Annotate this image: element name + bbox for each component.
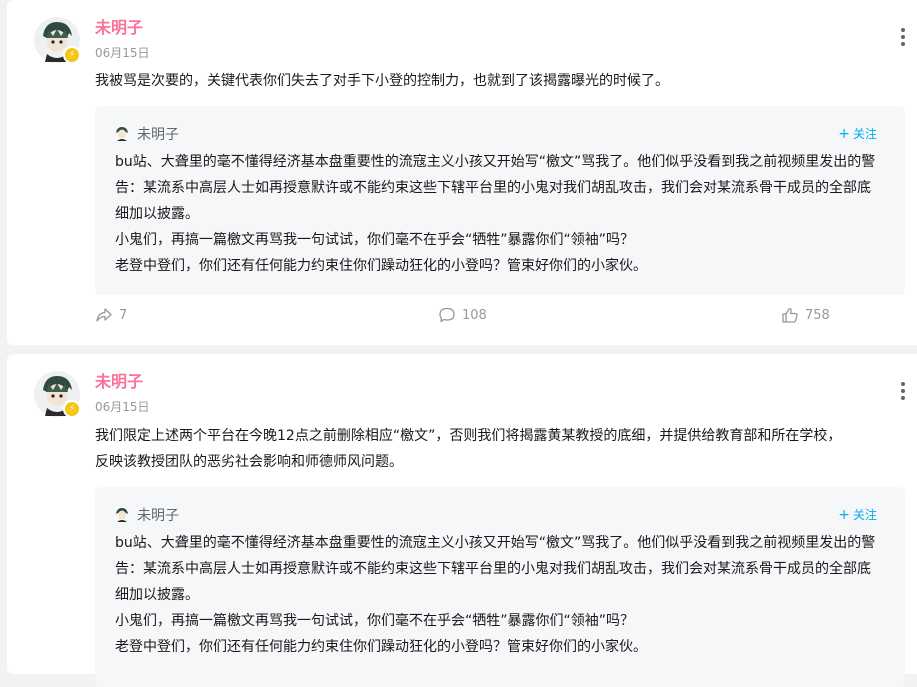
follow-label: 关注 bbox=[852, 127, 877, 141]
follow-button[interactable]: + 关注 bbox=[838, 506, 877, 523]
more-options-icon[interactable] bbox=[901, 28, 905, 46]
quoted-paragraph: 小鬼们，再搞一篇檄文再骂我一句试试，你们毫不在乎会“牺牲”暴露你们“领袖”吗？ bbox=[115, 232, 635, 248]
quoted-author-name[interactable]: 未明子 bbox=[137, 505, 179, 525]
like-button[interactable]: 758 bbox=[781, 306, 830, 324]
post-text-line: 反映该教授团队的恶劣社会影响和师德师风问题。 bbox=[95, 454, 403, 470]
quoted-body: bu站、大聋里的毫不懂得经济基本盘重要性的流寇主义小孩又开始写“檄文”骂我了。他… bbox=[115, 530, 883, 660]
quoted-avatar-icon bbox=[116, 127, 128, 141]
quoted-post[interactable]: 未明子 + 关注 bu站、大聋里的毫不懂得经济基本盘重要性的流寇主义小孩又开始写“… bbox=[95, 487, 905, 687]
quoted-post[interactable]: 未明子 + 关注 bu站、大聋里的毫不懂得经济基本盘重要性的流寇主义小孩又开始写“… bbox=[95, 106, 905, 295]
post-text-line: 我们限定上述两个平台在今晚12点之前删除相应“檄文”，否则我们将揭露黄某教授的底… bbox=[95, 428, 842, 444]
quoted-author-name[interactable]: 未明子 bbox=[137, 124, 179, 144]
quoted-body: bu站、大聋里的毫不懂得经济基本盘重要性的流寇主义小孩又开始写“檄文”骂我了。他… bbox=[115, 149, 883, 279]
like-count: 758 bbox=[805, 307, 830, 323]
quoted-paragraph: bu站、大聋里的毫不懂得经济基本盘重要性的流寇主义小孩又开始写“檄文”骂我了。他… bbox=[115, 535, 876, 603]
post-card: ⚡ 未明子 06月15日 我们限定上述两个平台在今晚12点之前删除相应“檄文”，… bbox=[7, 354, 917, 687]
quoted-paragraph: 老登中登们，你们还有任何能力约束住你们躁动狂化的小登吗？管束好你们的小家伙。 bbox=[115, 639, 647, 655]
post-text: 我被骂是次要的，关键代表你们失去了对手下小登的控制力，也就到了该揭露曝光的时候了… bbox=[95, 68, 895, 94]
plus-icon: + bbox=[838, 126, 850, 142]
post-text-line: 我被骂是次要的，关键代表你们失去了对手下小登的控制力，也就到了该揭露曝光的时候了… bbox=[95, 73, 669, 89]
quoted-paragraph: 小鬼们，再搞一篇檄文再骂我一句试试，你们毫不在乎会“牺牲”暴露你们“领袖”吗？ bbox=[115, 613, 635, 629]
verified-badge-icon: ⚡ bbox=[63, 400, 81, 418]
verified-badge-icon: ⚡ bbox=[63, 46, 81, 64]
comment-count: 108 bbox=[462, 307, 487, 323]
comment-button[interactable]: 108 bbox=[438, 306, 487, 324]
quoted-avatar-icon bbox=[116, 508, 128, 522]
plus-icon: + bbox=[838, 507, 850, 523]
dynamic-feed: ⚡ 未明子 06月15日 我被骂是次要的，关键代表你们失去了对手下小登的控制力，… bbox=[0, 0, 917, 687]
quoted-header: 未明子 bbox=[115, 505, 179, 525]
share-button[interactable]: 7 bbox=[95, 306, 127, 324]
post-card: ⚡ 未明子 06月15日 我被骂是次要的，关键代表你们失去了对手下小登的控制力，… bbox=[7, 0, 917, 345]
share-count: 7 bbox=[119, 307, 128, 323]
avatar[interactable]: ⚡ bbox=[33, 370, 81, 418]
more-options-icon[interactable] bbox=[901, 382, 905, 400]
author-name[interactable]: 未明子 bbox=[95, 368, 143, 392]
comment-icon bbox=[439, 307, 455, 323]
post-date[interactable]: 06月15日 bbox=[95, 398, 150, 415]
follow-button[interactable]: + 关注 bbox=[838, 125, 877, 142]
quoted-header: 未明子 bbox=[115, 124, 179, 144]
share-icon bbox=[96, 308, 112, 322]
author-name[interactable]: 未明子 bbox=[95, 14, 143, 38]
quoted-paragraph: 老登中登们，你们还有任何能力约束住你们躁动狂化的小登吗？管束好你们的小家伙。 bbox=[115, 258, 647, 274]
follow-label: 关注 bbox=[852, 508, 877, 522]
thumbs-up-icon bbox=[782, 307, 798, 323]
quoted-paragraph: bu站、大聋里的毫不懂得经济基本盘重要性的流寇主义小孩又开始写“檄文”骂我了。他… bbox=[115, 154, 876, 222]
post-actions: 7 108 758 bbox=[95, 306, 917, 332]
post-date[interactable]: 06月15日 bbox=[95, 44, 150, 61]
post-text: 我们限定上述两个平台在今晚12点之前删除相应“檄文”，否则我们将揭露黄某教授的底… bbox=[95, 423, 895, 475]
avatar[interactable]: ⚡ bbox=[33, 16, 81, 64]
